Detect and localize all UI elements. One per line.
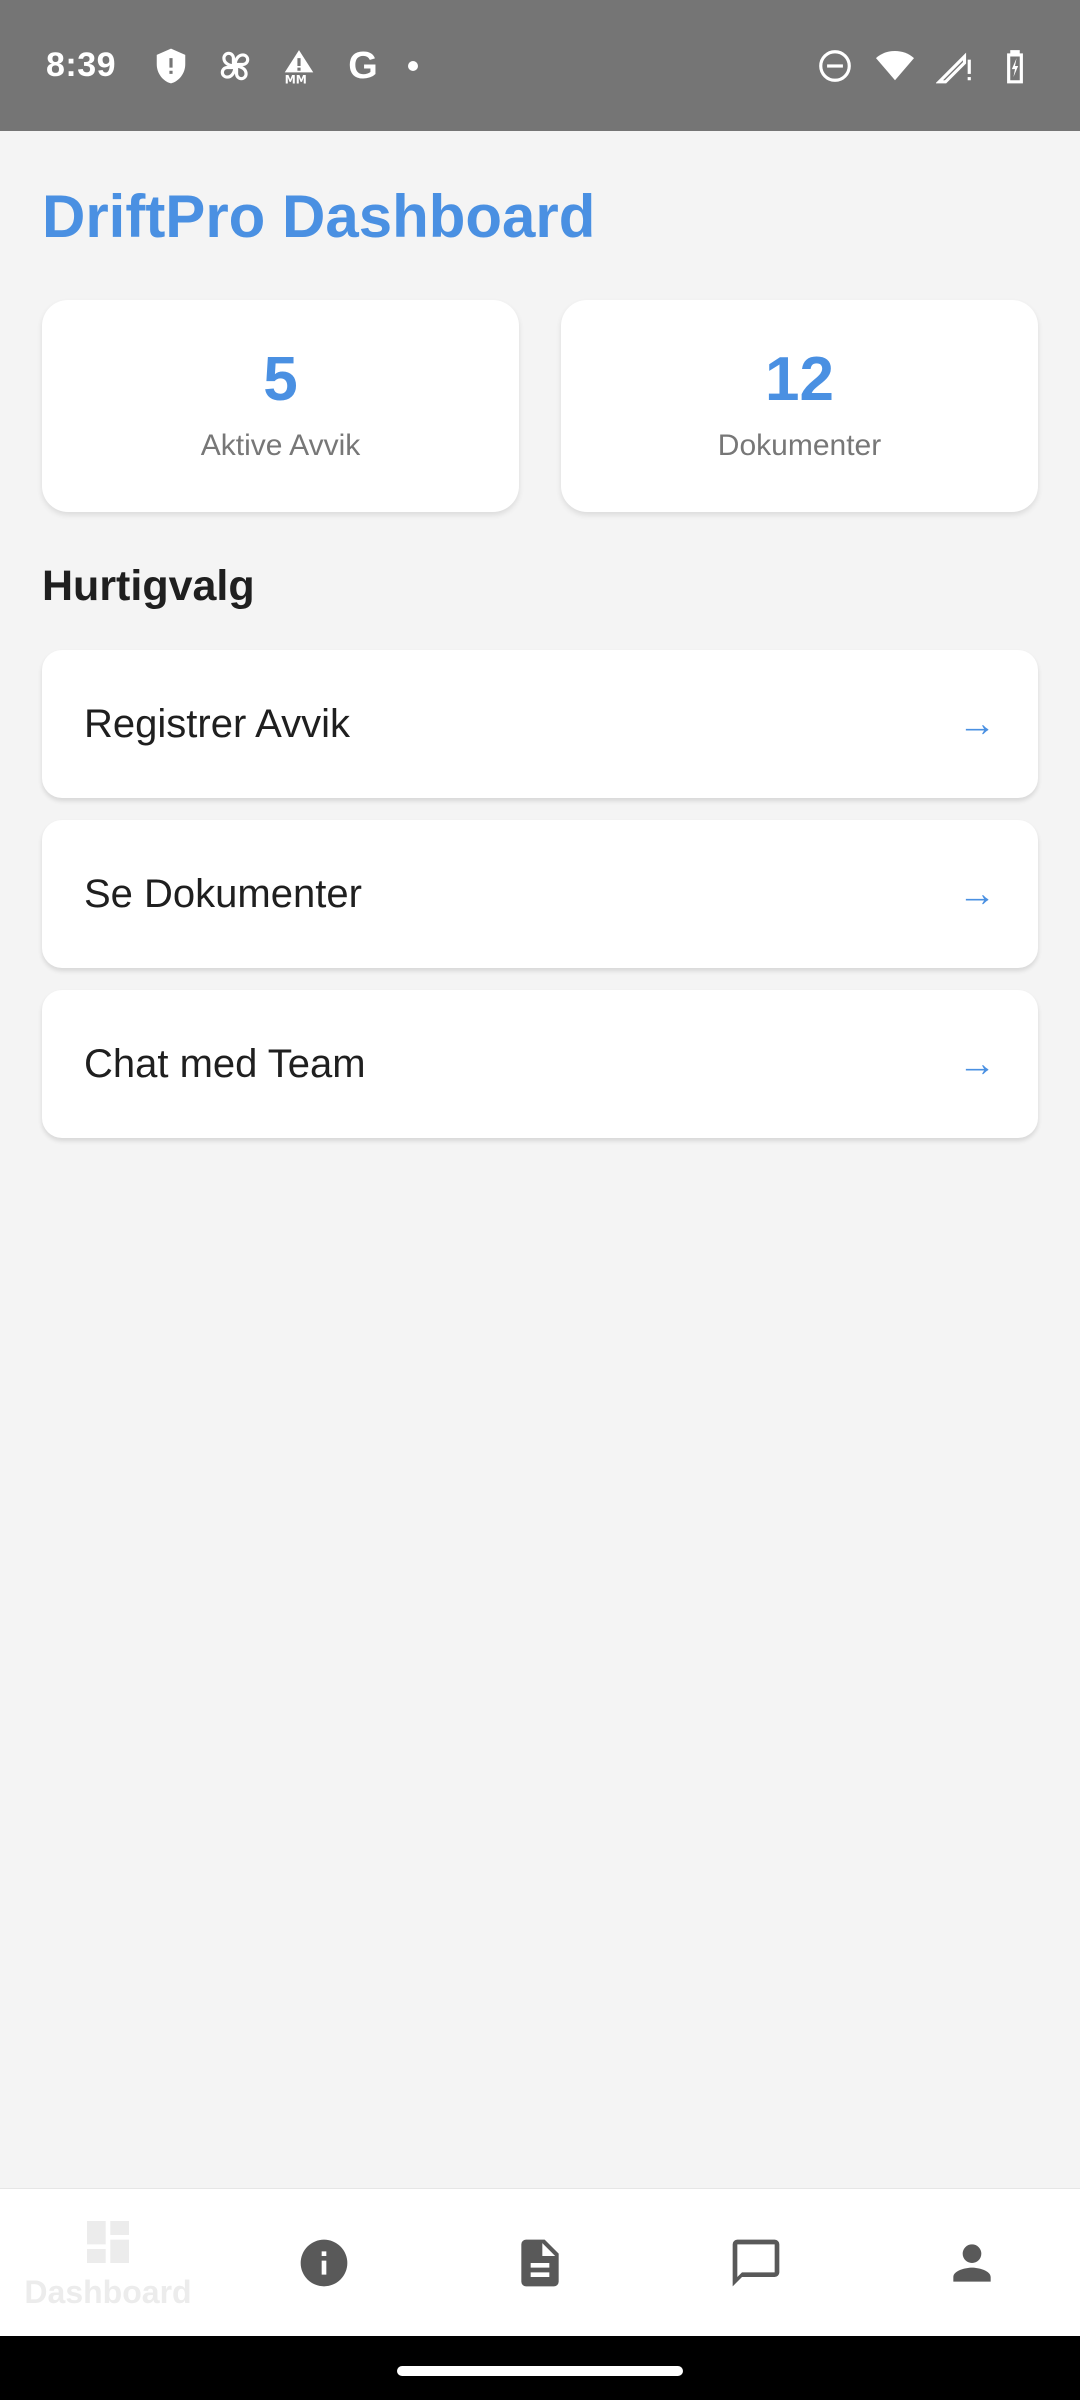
stat-value: 5	[263, 345, 298, 414]
profile-icon	[953, 2243, 991, 2282]
nav-item-info[interactable]	[216, 2189, 432, 2336]
nav-item-profile[interactable]	[864, 2189, 1080, 2336]
section-title-quick-actions: Hurtigvalg	[42, 562, 255, 610]
status-left: 8:39 MM G	[46, 46, 419, 85]
dot-icon	[408, 60, 419, 71]
battery-charging-icon	[996, 47, 1034, 85]
bottom-nav: Dashboard	[0, 2188, 1080, 2336]
svg-text:MM: MM	[285, 73, 307, 85]
quick-action-register-deviation[interactable]: Registrer Avvik →	[42, 650, 1038, 798]
mm-warning-icon: MM	[280, 47, 318, 85]
google-icon: G	[344, 47, 382, 85]
nav-item-dashboard[interactable]: Dashboard	[0, 2189, 216, 2336]
quick-action-label: Se Dokumenter	[84, 871, 362, 916]
quick-action-view-documents[interactable]: Se Dokumenter →	[42, 820, 1038, 968]
gesture-bar	[0, 2336, 1080, 2400]
arrow-right-icon: →	[958, 872, 996, 915]
stat-label: Dokumenter	[717, 429, 882, 462]
nav-label-dashboard: Dashboard	[24, 2274, 192, 2310]
quick-actions-list: Registrer Avvik → Se Dokumenter → Chat m…	[42, 650, 1038, 1160]
nav-item-chat[interactable]	[648, 2189, 864, 2336]
stat-card-active-deviations[interactable]: 5 Aktive Avvik	[42, 300, 519, 512]
dashboard-icon	[87, 2221, 129, 2263]
page-title: DriftPro Dashboard	[42, 183, 596, 250]
quick-action-label: Chat med Team	[84, 1041, 366, 1086]
do-not-disturb-icon	[816, 47, 854, 85]
status-time: 8:39	[46, 46, 117, 84]
status-bar: 8:39 MM G	[0, 0, 1080, 131]
arrow-right-icon: →	[958, 702, 996, 745]
nav-item-documents[interactable]	[432, 2189, 648, 2336]
shield-icon	[152, 47, 190, 85]
document-icon	[521, 2239, 559, 2286]
pinwheel-icon	[216, 47, 254, 85]
arrow-right-icon: →	[958, 1042, 996, 1085]
info-icon	[300, 2239, 348, 2286]
wifi-icon	[876, 47, 914, 85]
home-gesture-handle[interactable]	[397, 2366, 683, 2376]
stat-card-documents[interactable]: 12 Dokumenter	[561, 300, 1038, 512]
stats-row: 5 Aktive Avvik 12 Dokumenter	[42, 300, 1038, 512]
quick-action-label: Registrer Avvik	[84, 701, 351, 746]
stat-value: 12	[765, 345, 834, 414]
chat-icon	[732, 2239, 780, 2286]
signal-icon	[936, 47, 974, 85]
google-letter: G	[348, 44, 378, 87]
quick-action-team-chat[interactable]: Chat med Team →	[42, 990, 1038, 1138]
status-right	[816, 47, 1034, 85]
stat-label: Aktive Avvik	[200, 429, 361, 462]
